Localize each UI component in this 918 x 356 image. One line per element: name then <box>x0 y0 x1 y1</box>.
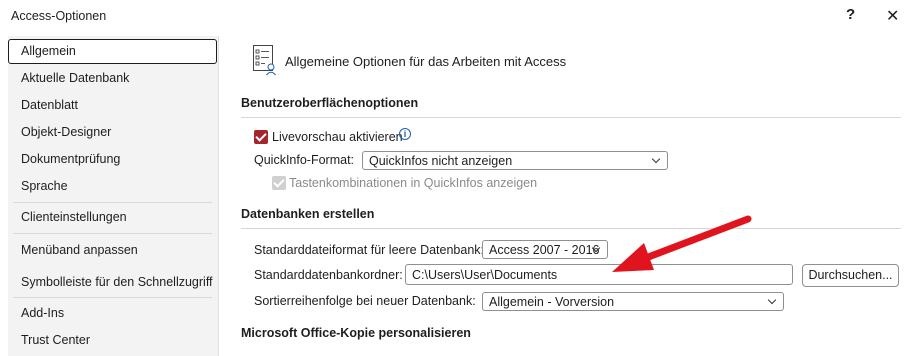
annotation-arrow-icon <box>612 215 752 272</box>
